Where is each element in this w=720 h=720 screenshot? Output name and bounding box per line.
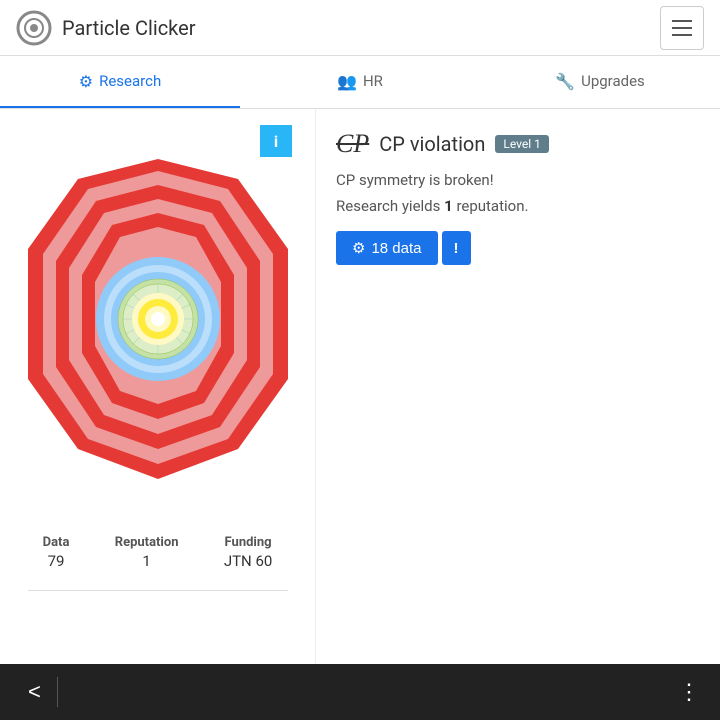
research-actions: ⚙ 18 data !	[336, 231, 700, 265]
main-content: i	[0, 109, 720, 664]
research-item: CP CP violation Level 1 CP symmetry is b…	[336, 129, 700, 265]
topbar: Particle Clicker	[0, 0, 720, 56]
research-tab-label: Research	[99, 72, 161, 90]
bottom-bar: < ⋮	[0, 664, 720, 720]
right-panel: CP CP violation Level 1 CP symmetry is b…	[315, 109, 720, 664]
stats-row: Data 79 Reputation 1 Funding JTN 60	[10, 535, 305, 570]
more-options-button[interactable]: ⋮	[678, 679, 700, 705]
divider	[28, 590, 288, 591]
stat-data: Data 79	[43, 535, 70, 570]
hamburger-button[interactable]	[660, 6, 704, 50]
yield-suffix: reputation.	[453, 197, 529, 215]
tab-research[interactable]: ⚙ Research	[0, 56, 240, 108]
research-tab-icon: ⚙	[79, 72, 93, 91]
tab-upgrades[interactable]: 🔧 Upgrades	[480, 56, 720, 108]
app-logo	[16, 10, 52, 46]
stat-funding: Funding JTN 60	[224, 535, 273, 570]
upgrades-tab-icon: 🔧	[555, 72, 575, 91]
bottom-divider	[57, 677, 58, 707]
upgrades-tab-label: Upgrades	[581, 72, 645, 90]
hr-tab-label: HR	[363, 72, 383, 90]
hamburger-line-2	[672, 27, 692, 29]
ring-center	[151, 312, 165, 326]
research-yield: Research yields 1 reputation.	[336, 197, 700, 215]
gear-icon: ⚙	[352, 239, 365, 257]
particle-svg	[18, 149, 298, 489]
funding-label: Funding	[224, 535, 273, 550]
data-button-label: 18 data	[371, 240, 421, 257]
yield-prefix: Research yields	[336, 197, 444, 215]
tabs-bar: ⚙ Research 👥 HR 🔧 Upgrades	[0, 56, 720, 109]
research-description: CP symmetry is broken!	[336, 171, 700, 189]
data-label: Data	[43, 535, 70, 550]
app-title: Particle Clicker	[62, 16, 196, 40]
stat-reputation: Reputation 1	[115, 535, 179, 570]
back-button[interactable]: <	[20, 671, 49, 713]
alert-button[interactable]: !	[442, 231, 471, 265]
data-value: 79	[43, 552, 70, 570]
hamburger-line-1	[672, 20, 692, 22]
reputation-value: 1	[115, 552, 179, 570]
particle-visualizer[interactable]	[18, 139, 298, 519]
left-panel: i	[0, 109, 315, 664]
level-badge: Level 1	[495, 135, 549, 153]
hamburger-line-3	[672, 34, 692, 36]
research-item-header: CP CP violation Level 1	[336, 129, 700, 159]
tab-hr[interactable]: 👥 HR	[240, 56, 480, 108]
reputation-label: Reputation	[115, 535, 179, 550]
topbar-left: Particle Clicker	[16, 10, 196, 46]
funding-value: JTN 60	[224, 552, 273, 570]
bottom-left: <	[20, 671, 58, 713]
info-button[interactable]: i	[260, 125, 292, 157]
yield-amount: 1	[444, 197, 453, 215]
research-name: CP violation	[379, 132, 485, 156]
hr-tab-icon: 👥	[337, 72, 357, 91]
data-button[interactable]: ⚙ 18 data	[336, 231, 438, 265]
cp-icon: CP	[336, 129, 369, 159]
